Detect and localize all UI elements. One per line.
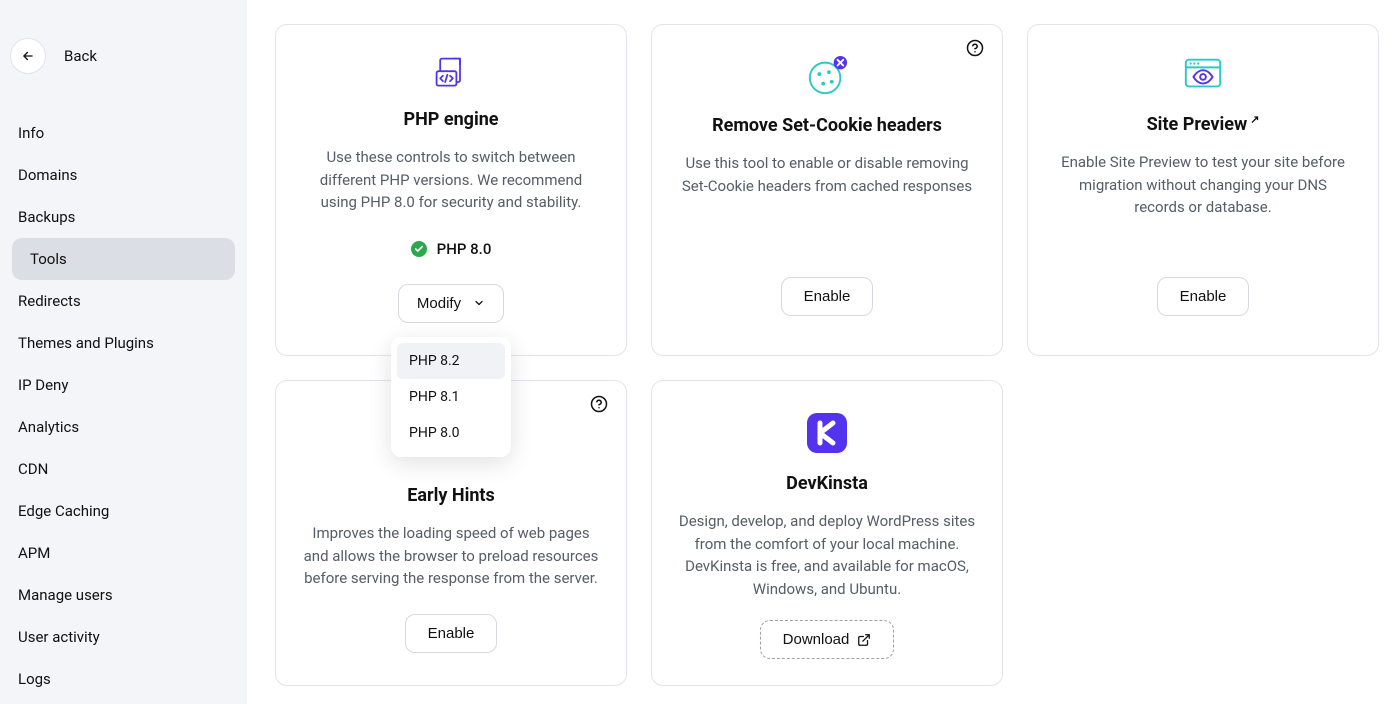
- devkinsta-icon: [678, 411, 976, 455]
- sidebar-item-user-activity[interactable]: User activity: [0, 616, 247, 658]
- card-title: Site Preview↗: [1054, 113, 1352, 135]
- sidebar-item-themes-and-plugins[interactable]: Themes and Plugins: [0, 322, 247, 364]
- card-description: Improves the loading speed of web pages …: [302, 522, 600, 590]
- enable-button[interactable]: Enable: [781, 277, 874, 316]
- sidebar-item-info[interactable]: Info: [0, 112, 247, 154]
- modify-label: Modify: [417, 295, 461, 312]
- card-description: Design, develop, and deploy WordPress si…: [678, 510, 976, 600]
- card-site-preview: Site Preview↗ Enable Site Preview to tes…: [1027, 24, 1379, 356]
- sidebar-item-ip-deny[interactable]: IP Deny: [0, 364, 247, 406]
- enable-button[interactable]: Enable: [405, 614, 498, 653]
- dropdown-option[interactable]: PHP 8.2: [397, 343, 505, 379]
- card-title: PHP engine: [302, 109, 600, 130]
- sidebar: Back InfoDomainsBackupsToolsRedirectsThe…: [0, 0, 247, 704]
- enable-button[interactable]: Enable: [1157, 277, 1250, 316]
- external-link-icon: [857, 633, 871, 647]
- back-button[interactable]: [10, 38, 46, 74]
- back-row: Back: [0, 38, 247, 74]
- download-button[interactable]: Download: [760, 620, 895, 659]
- card-devkinsta: DevKinsta Design, develop, and deploy Wo…: [651, 380, 1003, 686]
- external-link-icon: ↗: [1250, 113, 1259, 126]
- sidebar-item-edge-caching[interactable]: Edge Caching: [0, 490, 247, 532]
- card-description: Use this tool to enable or disable remov…: [678, 152, 976, 197]
- card-title: Early Hints: [302, 485, 600, 506]
- cards-grid: PHP engine Use these controls to switch …: [275, 24, 1380, 686]
- card-description: Enable Site Preview to test your site be…: [1054, 151, 1352, 219]
- main-content: PHP engine Use these controls to switch …: [247, 0, 1400, 704]
- modify-button[interactable]: Modify: [398, 284, 504, 323]
- cookie-icon: [678, 55, 976, 97]
- help-icon[interactable]: [966, 39, 984, 57]
- sidebar-nav: InfoDomainsBackupsToolsRedirectsThemes a…: [0, 112, 247, 700]
- sidebar-item-tools[interactable]: Tools: [12, 238, 235, 280]
- card-php-engine: PHP engine Use these controls to switch …: [275, 24, 627, 356]
- card-title: DevKinsta: [678, 473, 976, 494]
- sidebar-item-redirects[interactable]: Redirects: [0, 280, 247, 322]
- dropdown-option[interactable]: PHP 8.1: [397, 379, 505, 415]
- sidebar-item-domains[interactable]: Domains: [0, 154, 247, 196]
- sidebar-item-manage-users[interactable]: Manage users: [0, 574, 247, 616]
- card-description: Use these controls to switch between dif…: [302, 146, 600, 214]
- php-status: PHP 8.0: [302, 240, 600, 258]
- download-label: Download: [783, 631, 850, 648]
- php-icon: [302, 55, 600, 91]
- arrow-left-icon: [21, 49, 35, 63]
- sidebar-item-analytics[interactable]: Analytics: [0, 406, 247, 448]
- preview-icon: [1054, 55, 1352, 95]
- back-label: Back: [64, 47, 97, 65]
- sidebar-item-logs[interactable]: Logs: [0, 658, 247, 700]
- sidebar-item-cdn[interactable]: CDN: [0, 448, 247, 490]
- card-remove-set-cookie: Remove Set-Cookie headers Use this tool …: [651, 24, 1003, 356]
- dropdown-option[interactable]: PHP 8.0: [397, 415, 505, 451]
- php-version-dropdown: PHP 8.2PHP 8.1PHP 8.0: [391, 337, 511, 457]
- php-status-label: PHP 8.0: [437, 240, 492, 258]
- card-title: Remove Set-Cookie headers: [678, 115, 976, 136]
- help-icon[interactable]: [590, 395, 608, 413]
- chevron-down-icon: [473, 297, 485, 309]
- sidebar-item-apm[interactable]: APM: [0, 532, 247, 574]
- check-icon: [411, 241, 427, 257]
- sidebar-item-backups[interactable]: Backups: [0, 196, 247, 238]
